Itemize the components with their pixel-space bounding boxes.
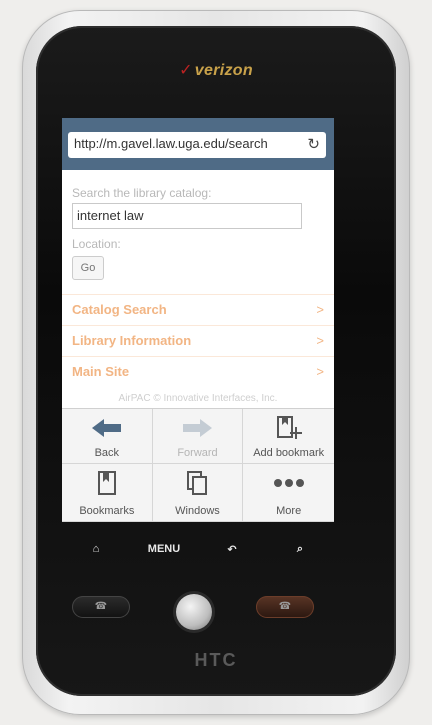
browser-menu-panel: Back Forward Add bookmark Bookmarks Wind… — [62, 408, 334, 522]
link-catalog-search[interactable]: Catalog Search > — [62, 294, 334, 325]
url-field[interactable]: http://m.gavel.law.uga.edu/search ↻ — [68, 132, 326, 158]
phone-screen: http://m.gavel.law.uga.edu/search ↻ Sear… — [62, 118, 334, 522]
forward-arrow-icon — [153, 415, 243, 441]
windows-icon — [153, 470, 243, 496]
carrier-name: verizon — [194, 62, 253, 79]
nav-links: Catalog Search > Library Information > M… — [62, 294, 334, 404]
back-arrow-icon — [62, 415, 152, 441]
search-icon[interactable]: ⌕ — [280, 543, 320, 556]
menu-key[interactable]: MENU — [144, 543, 184, 555]
browser-url-bar: http://m.gavel.law.uga.edu/search ↻ — [62, 118, 334, 170]
chevron-right-icon: > — [316, 302, 324, 317]
url-text: http://m.gavel.law.uga.edu/search — [74, 136, 268, 151]
chevron-right-icon: > — [316, 333, 324, 348]
hardware-nav-keys: ⌂ MENU ↶ ⌕ — [62, 534, 334, 564]
chevron-right-icon: > — [316, 364, 324, 379]
menu-add-bookmark[interactable]: Add bookmark — [243, 409, 334, 464]
link-main-site[interactable]: Main Site > — [62, 356, 334, 387]
end-call-button[interactable]: ☎ — [256, 596, 314, 618]
page-content: Search the library catalog: internet law… — [62, 170, 334, 280]
link-library-information[interactable]: Library Information > — [62, 325, 334, 356]
call-button[interactable]: ☎ — [72, 596, 130, 618]
link-label: Library Information — [72, 333, 192, 348]
menu-windows[interactable]: Windows — [152, 464, 244, 522]
link-label: Main Site — [72, 364, 130, 379]
menu-label: Bookmarks — [79, 505, 135, 517]
menu-label: Add bookmark — [253, 447, 325, 459]
brand-logo: HTC — [194, 650, 238, 670]
hardware-buttons: ☎ ☎ — [0, 594, 432, 636]
menu-label: Back — [94, 447, 120, 459]
search-label: Search the library catalog: — [72, 186, 212, 200]
menu-back[interactable]: Back — [62, 409, 153, 464]
menu-forward[interactable]: Forward — [152, 409, 244, 464]
trackball[interactable] — [176, 594, 212, 630]
page-footer: AirPAC © Innovative Interfaces, Inc. — [118, 393, 278, 404]
menu-label: Forward — [177, 447, 218, 459]
reload-icon[interactable]: ↻ — [307, 135, 320, 153]
menu-label: More — [276, 505, 302, 517]
link-label: Catalog Search — [72, 302, 167, 317]
location-label: Location: — [72, 237, 121, 251]
more-icon — [243, 470, 334, 496]
add-bookmark-icon — [243, 415, 334, 441]
carrier-check-icon: ✓ — [179, 62, 193, 79]
go-button[interactable]: Go — [72, 256, 104, 280]
menu-more[interactable]: More — [243, 464, 334, 522]
home-icon[interactable]: ⌂ — [76, 543, 116, 555]
carrier-logo: ✓ verizon — [0, 60, 432, 80]
menu-label: Windows — [175, 505, 220, 517]
back-arrow-icon[interactable]: ↶ — [212, 543, 252, 556]
menu-bookmarks[interactable]: Bookmarks — [62, 464, 153, 522]
search-input[interactable]: internet law — [72, 203, 302, 229]
bookmarks-icon — [62, 470, 152, 496]
